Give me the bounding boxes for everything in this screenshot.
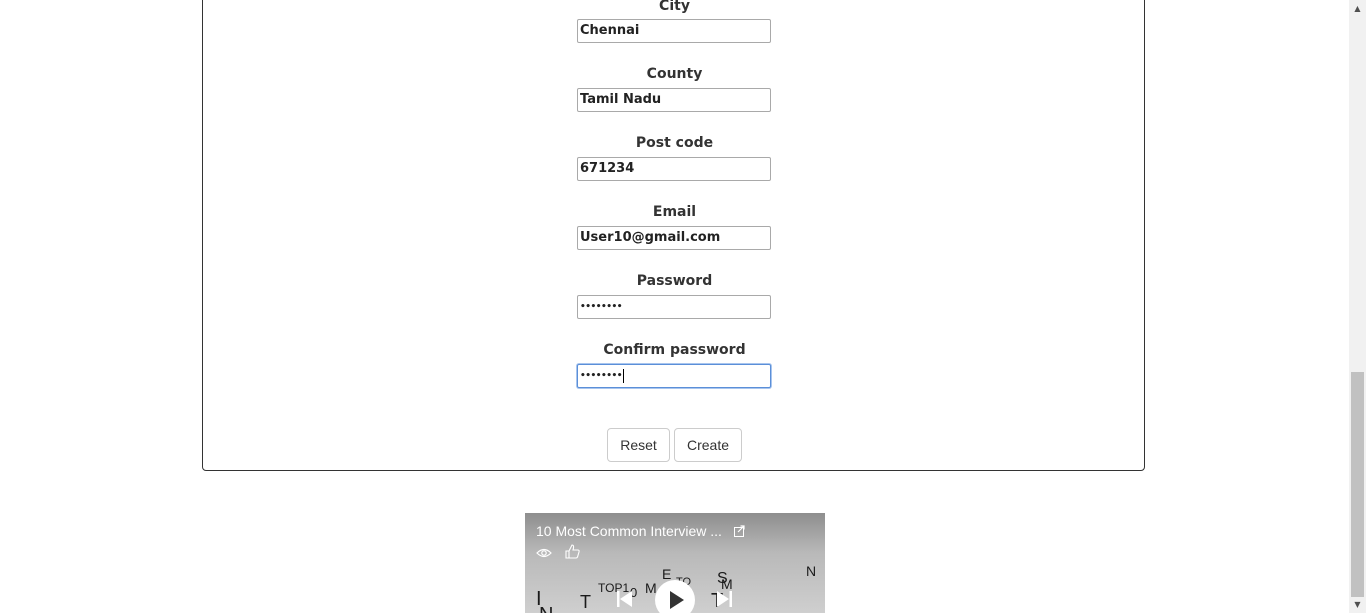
previous-icon[interactable]: [617, 590, 633, 613]
svg-text:T: T: [580, 592, 591, 612]
post-code-input[interactable]: 671234: [577, 157, 771, 181]
next-icon[interactable]: [716, 590, 732, 613]
post-code-label: Post code: [635, 135, 714, 151]
svg-text:N: N: [806, 563, 816, 579]
text-caret: [623, 368, 625, 383]
reset-button[interactable]: Reset: [607, 428, 670, 462]
create-button[interactable]: Create: [674, 428, 742, 462]
city-input[interactable]: Chennai: [577, 19, 771, 43]
confirm-password-value: ••••••••: [580, 371, 623, 381]
confirm-password-input[interactable]: ••••••••: [577, 364, 771, 388]
county-input[interactable]: Tamil Nadu: [577, 88, 771, 112]
svg-text:N: N: [539, 604, 553, 613]
confirm-password-label: Confirm password: [603, 342, 746, 358]
vertical-scrollbar[interactable]: ▲ ▼: [1349, 0, 1366, 613]
email-input[interactable]: User10@gmail.com: [577, 226, 771, 250]
password-label: Password: [636, 273, 713, 289]
email-label: Email: [652, 204, 697, 220]
page: City Chennai County Tamil Nadu Post code…: [0, 0, 1349, 613]
video-player[interactable]: 10 Most Common Interview ... I N T TOP1 …: [525, 513, 825, 613]
scrollbar-thumb[interactable]: [1351, 372, 1364, 597]
city-label: City: [659, 0, 690, 14]
county-label: County: [646, 66, 703, 82]
scroll-up-arrow-icon[interactable]: ▲: [1349, 0, 1366, 17]
play-icon[interactable]: [654, 579, 696, 613]
password-input[interactable]: ••••••••: [577, 295, 771, 319]
scroll-down-arrow-icon[interactable]: ▼: [1349, 596, 1366, 613]
